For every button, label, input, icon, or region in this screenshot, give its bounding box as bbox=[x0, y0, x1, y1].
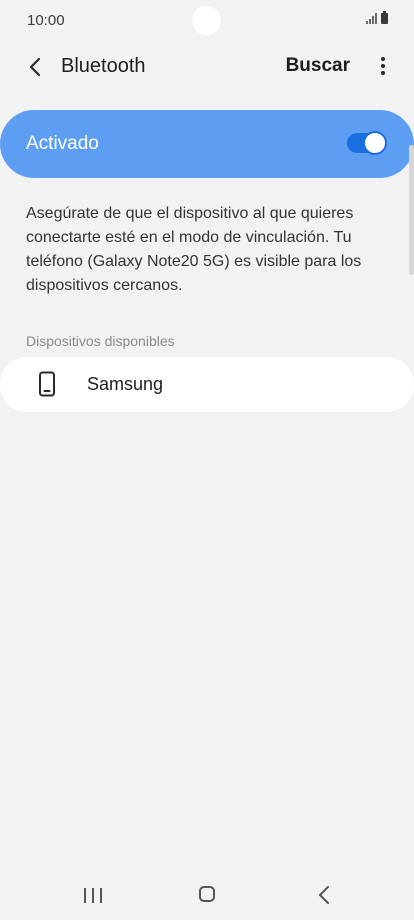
search-button[interactable]: Buscar bbox=[286, 55, 350, 77]
home-icon[interactable] bbox=[199, 886, 215, 902]
camera-cutout bbox=[192, 6, 221, 35]
toggle-label: Activado bbox=[26, 133, 99, 154]
bluetooth-toggle-row[interactable]: Activado bbox=[0, 110, 414, 178]
status-time: 10:00 bbox=[27, 12, 65, 29]
battery-icon bbox=[381, 11, 388, 24]
chevron-left-icon bbox=[29, 57, 41, 77]
section-label-available-devices: Dispositivos disponibles bbox=[26, 333, 175, 349]
device-name: Samsung bbox=[87, 374, 164, 394]
page-title: Bluetooth bbox=[61, 55, 146, 77]
back-icon[interactable] bbox=[316, 885, 332, 905]
status-bar: 10:00 bbox=[0, 0, 414, 42]
navigation-bar bbox=[0, 868, 414, 920]
status-icons bbox=[366, 11, 388, 24]
smartphone-icon bbox=[39, 371, 55, 397]
back-button[interactable] bbox=[20, 52, 50, 82]
scrollbar[interactable] bbox=[409, 145, 414, 275]
more-options-button[interactable] bbox=[376, 54, 390, 78]
app-header: Bluetooth Buscar bbox=[0, 42, 414, 92]
device-list-item[interactable]: Samsung bbox=[0, 357, 414, 412]
bluetooth-description: Asegúrate de que el dispositivo al que q… bbox=[26, 205, 362, 294]
signal-icon bbox=[366, 13, 377, 24]
switch-knob bbox=[363, 131, 387, 155]
more-vertical-icon bbox=[381, 57, 385, 61]
bluetooth-switch[interactable] bbox=[347, 131, 387, 155]
recents-icon[interactable] bbox=[84, 888, 102, 903]
